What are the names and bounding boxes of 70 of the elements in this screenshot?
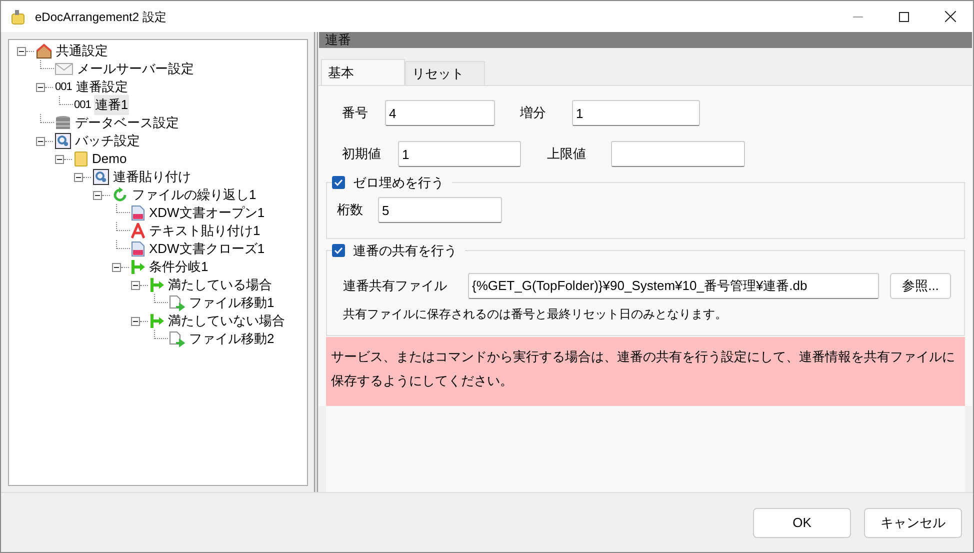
number-field[interactable]: 4 [385, 100, 495, 126]
field-label: 上限値 [547, 145, 587, 164]
counter-prefix: 001 [74, 98, 91, 113]
collapse-icon[interactable] [55, 154, 64, 164]
file-arrow-icon [169, 331, 185, 347]
tree-item[interactable]: Demo [91, 149, 128, 169]
collapse-icon[interactable] [36, 82, 45, 92]
envelope-icon [55, 62, 73, 76]
tab[interactable]: 基本 [321, 59, 405, 85]
counter-prefix: 001 [55, 80, 72, 95]
tree-item[interactable]: 連番1 [94, 95, 130, 115]
initial-value-field[interactable]: 1 [398, 141, 521, 167]
tree-item[interactable]: テキスト貼り付け1 [148, 221, 262, 241]
tree-item[interactable]: XDW文書オープン1 [148, 203, 266, 223]
ok-button[interactable]: OK [753, 508, 851, 538]
collapse-icon[interactable] [131, 316, 140, 326]
branch-arrow-icon [131, 259, 145, 275]
window-title: eDocArrangement2 設定 [35, 8, 166, 26]
field-label: 初期値 [341, 145, 382, 164]
browse-button[interactable]: 参照... [890, 273, 951, 299]
collapse-icon[interactable] [36, 136, 45, 146]
tree-item[interactable]: ファイル移動1 [188, 293, 276, 313]
field-label: 連番共有ファイル [342, 277, 448, 296]
tree-item[interactable]: 満たしている場合 [167, 275, 273, 295]
warning-message: サービス、またはコマンドから実行する場合は、連番の共有を行う設定にして、連番情報を共有ファイルに保存するようにしてください。 [326, 337, 965, 406]
tree-item[interactable]: データベース設定 [74, 113, 180, 133]
app-icon [11, 8, 25, 24]
document-icon [131, 241, 145, 257]
increment-field[interactable]: 1 [572, 100, 700, 126]
panel-header: 連番 [319, 32, 972, 48]
tree-item[interactable]: 共通設定 [55, 41, 109, 61]
letter-icon [131, 223, 145, 239]
collapse-icon[interactable] [131, 280, 140, 290]
house-icon [36, 43, 52, 59]
shared-file-field[interactable]: {%GET_G(TopFolder)}¥90_System¥10_番号管理¥連番.db [468, 273, 879, 299]
cancel-button[interactable]: キャンセル [864, 508, 962, 538]
checkbox-label[interactable]: ゼロ埋めを行う [353, 173, 444, 192]
tab[interactable]: リセット [405, 61, 485, 85]
checkbox-label[interactable]: 連番の共有を行う [353, 241, 457, 260]
tree-item[interactable]: 満たしていない場合 [167, 311, 286, 331]
collapse-icon[interactable] [17, 46, 26, 56]
collapse-icon[interactable] [93, 190, 102, 200]
close-icon [944, 11, 956, 22]
field-label: 桁数 [336, 201, 364, 220]
field-label: 番号 [341, 104, 369, 122]
branch-arrow-icon [150, 277, 164, 293]
loop-arrow-icon [112, 187, 128, 203]
document-icon [131, 205, 145, 221]
tree-item[interactable]: バッチ設定 [74, 131, 141, 151]
note-text: 共有ファイルに保存されるのは番号と最終リセット日のみとなります。 [342, 306, 728, 323]
tree-item[interactable]: 連番貼り付け [112, 167, 192, 187]
file-arrow-icon [169, 295, 185, 311]
field-label: 増分 [520, 104, 547, 122]
tree-item[interactable]: ファイルの繰り返し1 [131, 185, 258, 205]
tree-view[interactable]: 共通設定 メールサーバー設定 001 連番設定 001 連番1 データベース設定 バッチ設定 Demo 連番貼り付け ファイルの繰り返し1 XDW文書オープン1 テキスト貼り付け1 XDW文書クローズ1 条件分岐1 満たしている場合 ファイル移動1 満たしていない場合 ファイル移動2 [8, 39, 308, 486]
max-value-field[interactable] [611, 141, 745, 167]
checkbox[interactable] [332, 176, 345, 190]
collapse-icon[interactable] [112, 262, 121, 272]
tree-item[interactable]: ファイル移動2 [188, 329, 276, 349]
tree-item[interactable]: XDW文書クローズ1 [148, 239, 266, 259]
maximize-icon [899, 12, 909, 22]
digits-field[interactable]: 5 [378, 197, 502, 223]
tree-item[interactable]: メールサーバー設定 [76, 59, 195, 79]
database-icon [55, 115, 71, 131]
checkbox[interactable] [332, 244, 345, 258]
folder-icon [74, 151, 88, 167]
collapse-icon[interactable] [74, 172, 83, 182]
branch-arrow-icon [150, 313, 164, 329]
tree-item[interactable]: 条件分岐1 [148, 257, 210, 277]
tree-item[interactable]: 連番設定 [74, 77, 129, 97]
